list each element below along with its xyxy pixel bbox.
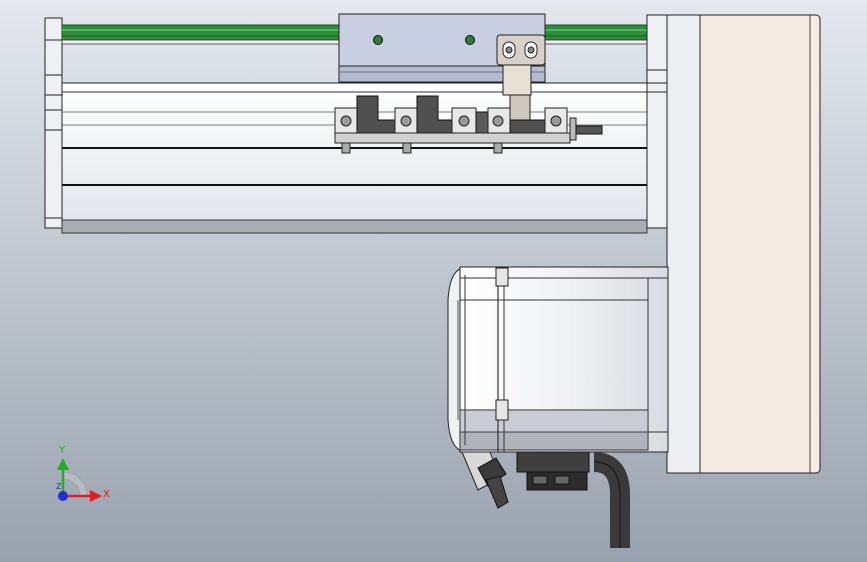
carriage-bolt — [465, 35, 475, 45]
encoder-connector[interactable] — [516, 451, 590, 491]
sensor-cable — [575, 125, 603, 135]
aluminum-profile[interactable] — [61, 82, 648, 221]
carriage-bolt — [373, 35, 383, 45]
profile-bottom-strip — [61, 219, 648, 234]
axis-x-label: X — [103, 489, 110, 500]
cad-viewport[interactable]: Y X Z — [0, 0, 867, 562]
axis-z-label: Z — [56, 482, 62, 491]
right-end-plate[interactable] — [646, 14, 668, 229]
left-end-plate[interactable] — [44, 17, 63, 229]
belt-cover-housing[interactable] — [666, 14, 821, 474]
axis-y-label: Y — [58, 445, 66, 456]
servo-motor[interactable] — [447, 266, 669, 453]
